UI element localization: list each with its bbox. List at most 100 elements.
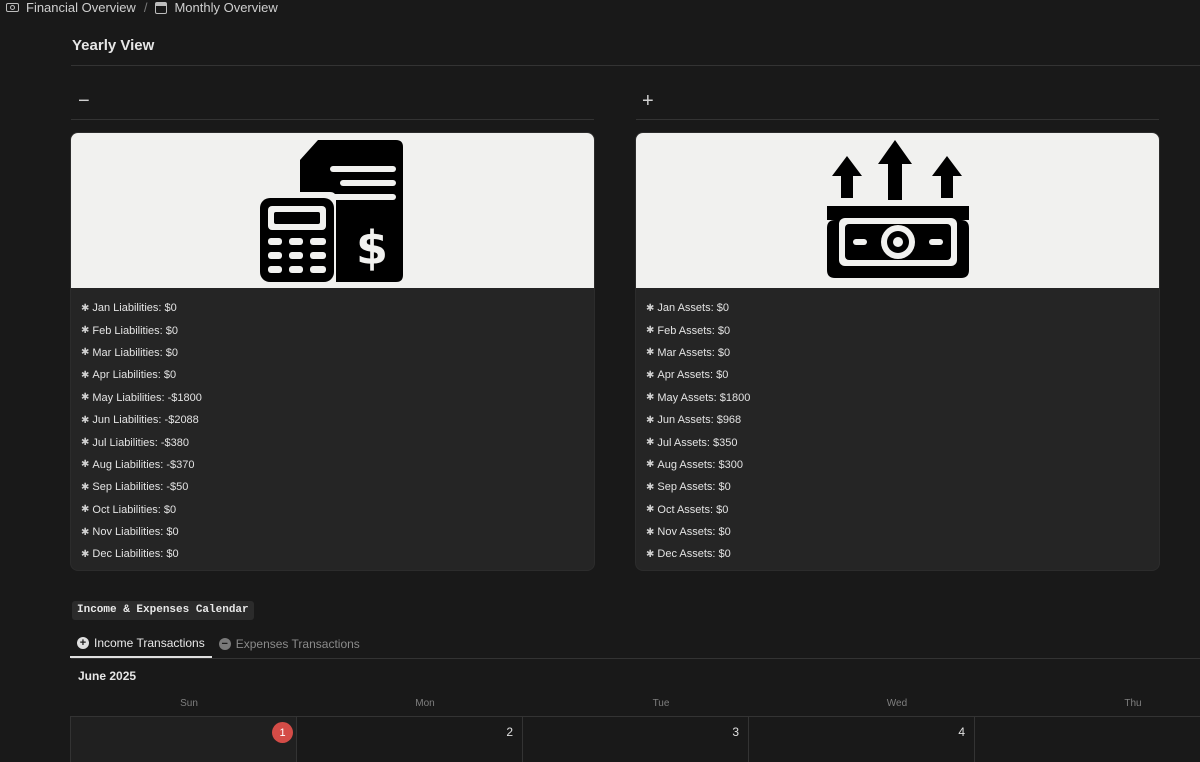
bullet-icon: ✱ (646, 347, 655, 359)
breadcrumb-item-monthly-overview[interactable]: Monthly Overview (155, 0, 278, 15)
list-item-text: Jan Liabilities: $0 (92, 302, 177, 315)
list-item-text: Feb Assets: $0 (657, 324, 731, 337)
day-number: 2 (506, 725, 513, 739)
day-number: 4 (958, 725, 965, 739)
day-number: 3 (732, 725, 739, 739)
calendar-day-cell[interactable]: 4 (748, 717, 974, 762)
weekday-tue: Tue (652, 698, 670, 709)
list-item: ✱ Feb Liabilities: $0 (81, 319, 594, 341)
list-item-text: Dec Liabilities: $0 (92, 548, 179, 561)
breadcrumb-separator: / (143, 0, 148, 15)
liabilities-heading: − (78, 90, 90, 112)
assets-card[interactable]: ✱ Jan Assets: $0 ✱ Feb Assets: $0 ✱ Mar Asset… (636, 133, 1159, 570)
list-item: ✱ Jul Liabilities: -$380 (81, 431, 594, 453)
list-item: ✱ Jan Assets: $0 (646, 297, 1159, 319)
list-item-text: Dec Assets: $0 (657, 548, 731, 561)
list-item-text: Sep Assets: $0 (657, 481, 731, 494)
calculator-invoice-icon: $ (259, 140, 403, 282)
calendar-grid: 1 2 3 4 (70, 716, 1200, 762)
list-item: ✱ May Assets: $1800 (646, 387, 1159, 409)
bullet-icon: ✱ (81, 302, 90, 314)
list-item: ✱ Mar Liabilities: $0 (81, 342, 594, 364)
bullet-icon: ✱ (81, 325, 90, 337)
bullet-icon: ✱ (81, 392, 90, 404)
list-item: ✱ Nov Liabilities: $0 (81, 521, 594, 543)
list-item: ✱ Nov Assets: $0 (646, 521, 1159, 543)
list-item: ✱ May Liabilities: -$1800 (81, 387, 594, 409)
calendar-day-cell[interactable] (974, 717, 1200, 762)
tab-label: Income Transactions (94, 636, 205, 650)
liabilities-card[interactable]: $ ✱ Jan Liabilities: $0 ✱ Feb Liabilities: … (71, 133, 594, 570)
svg-text:$: $ (355, 221, 387, 275)
list-item-text: Aug Assets: $300 (657, 458, 744, 471)
divider (71, 65, 1200, 66)
tab-income-transactions[interactable]: + Income Transactions (70, 630, 212, 658)
breadcrumb-label: Monthly Overview (174, 0, 278, 15)
bullet-icon: ✱ (646, 548, 655, 560)
bullet-icon: ✱ (646, 504, 655, 516)
today-marker: 1 (272, 722, 293, 743)
bullet-icon: ✱ (646, 414, 655, 426)
weekday-wed: Wed (886, 698, 908, 709)
bullet-icon: ✱ (646, 392, 655, 404)
divider (71, 119, 594, 120)
breadcrumb-item-financial-overview[interactable]: Financial Overview (6, 0, 136, 15)
list-item: ✱ Dec Assets: $0 (646, 543, 1159, 565)
list-item: ✱ Oct Assets: $0 (646, 499, 1159, 521)
bullet-icon: ✱ (81, 369, 90, 381)
bullet-icon: ✱ (81, 459, 90, 471)
breadcrumb-label: Financial Overview (26, 0, 136, 15)
weekday-thu: Thu (1124, 698, 1142, 709)
calendar-day-cell[interactable]: 1 (70, 717, 296, 762)
calendar-day-cell[interactable]: 3 (522, 717, 748, 762)
weekday-mon: Mon (415, 698, 435, 709)
list-item: ✱ Dec Liabilities: $0 (81, 543, 594, 565)
card-cover (636, 133, 1159, 288)
card-cover: $ (71, 133, 594, 288)
minus-circle-icon: − (218, 637, 231, 650)
bullet-icon: ✱ (646, 437, 655, 449)
bullet-icon: ✱ (646, 459, 655, 471)
list-item: ✱ Sep Assets: $0 (646, 476, 1159, 498)
bullet-icon: ✱ (646, 325, 655, 337)
list-item-text: Jun Assets: $968 (657, 414, 742, 427)
bullet-icon: ✱ (81, 526, 90, 538)
tab-expenses-transactions[interactable]: − Expenses Transactions (212, 630, 367, 657)
list-item-text: May Assets: $1800 (657, 391, 751, 404)
list-item: ✱ Oct Liabilities: $0 (81, 499, 594, 521)
list-item-text: Feb Liabilities: $0 (92, 324, 178, 337)
list-item-text: Mar Assets: $0 (657, 346, 731, 359)
bullet-icon: ✱ (646, 302, 655, 314)
page-section-title: Yearly View (72, 37, 155, 54)
list-item-text: May Liabilities: -$1800 (92, 391, 202, 404)
divider (636, 119, 1159, 120)
calendar-section-label: Income & Expenses Calendar (72, 601, 254, 620)
list-item: ✱ Sep Liabilities: -$50 (81, 476, 594, 498)
bullet-icon: ✱ (81, 548, 90, 560)
list-item: ✱ Apr Assets: $0 (646, 364, 1159, 386)
divider (71, 658, 1200, 659)
list-item-text: Aug Liabilities: -$370 (92, 458, 195, 471)
list-item-text: Oct Assets: $0 (657, 503, 729, 516)
list-item: ✱ Mar Assets: $0 (646, 342, 1159, 364)
plus-circle-icon: + (77, 637, 89, 649)
bullet-icon: ✱ (81, 481, 90, 493)
list-item-text: Jun Liabilities: -$2088 (92, 414, 199, 427)
bullet-icon: ✱ (646, 481, 655, 493)
list-item-text: Jan Assets: $0 (657, 302, 729, 315)
money-growth-icon (826, 140, 969, 278)
calendar-day-cell[interactable]: 2 (296, 717, 522, 762)
list-item-text: Jul Assets: $350 (657, 436, 738, 449)
list-item-text: Mar Liabilities: $0 (92, 346, 178, 359)
tab-label: Expenses Transactions (235, 636, 360, 651)
list-item: ✱ Aug Liabilities: -$370 (81, 454, 594, 476)
list-item: ✱ Jun Assets: $968 (646, 409, 1159, 431)
bullet-icon: ✱ (81, 414, 90, 426)
list-item-text: Sep Liabilities: -$50 (92, 481, 189, 494)
list-item-text: Nov Liabilities: $0 (92, 526, 179, 539)
bullet-icon: ✱ (646, 369, 655, 381)
calendar-tabs: + Income Transactions − Expenses Transac… (70, 630, 367, 658)
list-item: ✱ Jul Assets: $350 (646, 431, 1159, 453)
list-item: ✱ Apr Liabilities: $0 (81, 364, 594, 386)
calendar-month-title: June 2025 (78, 669, 137, 683)
